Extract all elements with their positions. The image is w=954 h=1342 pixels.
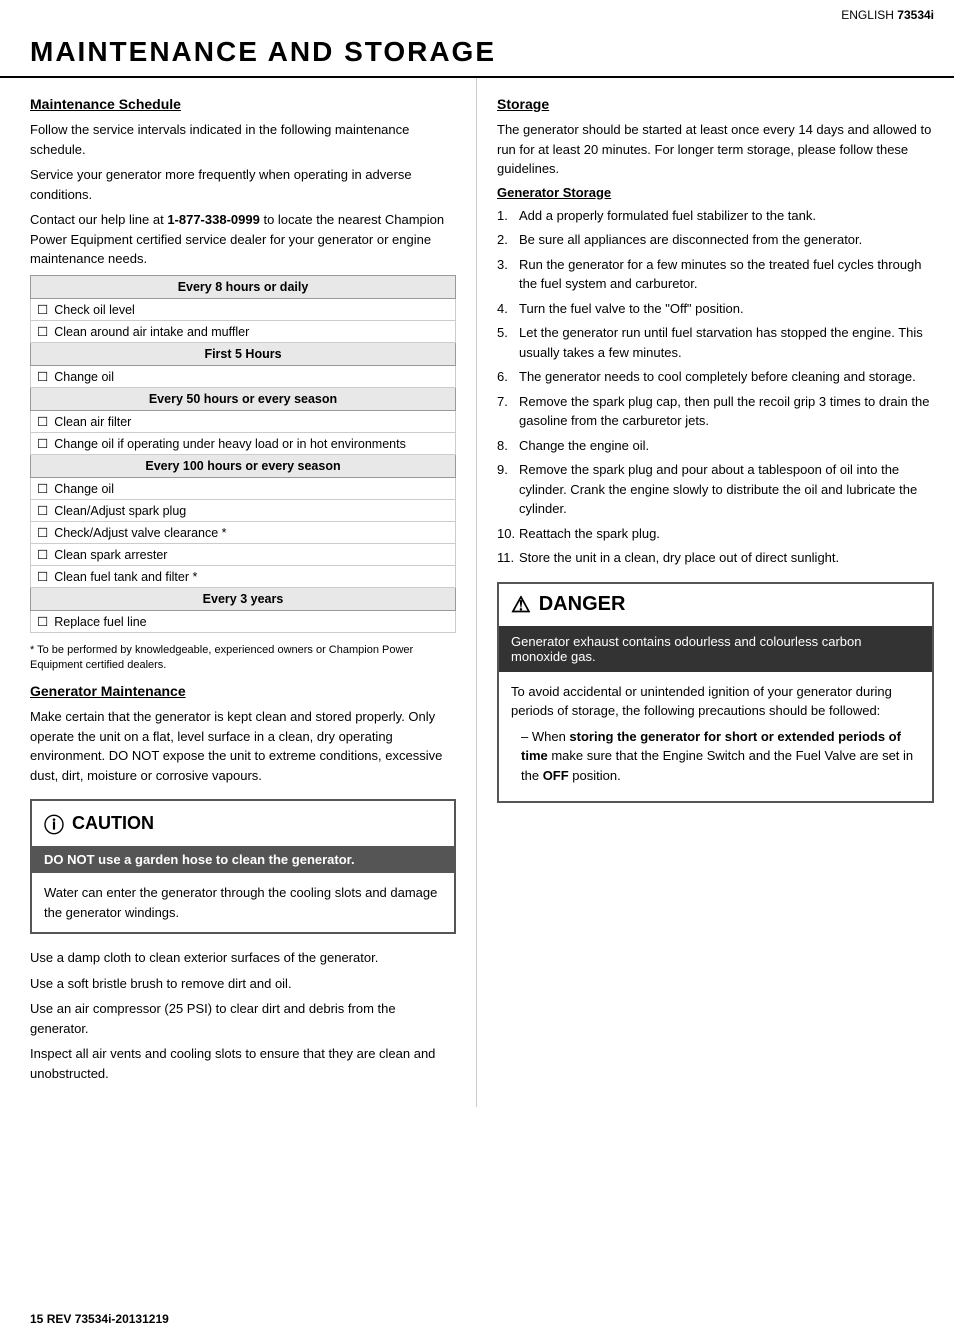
- danger-highlight: Generator exhaust contains odourless and…: [499, 626, 932, 672]
- table-section-header-1: Every 8 hours or daily: [31, 275, 456, 298]
- table-cell: Change oil: [31, 365, 456, 387]
- page-title-section: MAINTENANCE AND STORAGE: [0, 26, 954, 78]
- section-3-header: Every 50 hours or every season: [31, 387, 456, 410]
- table-cell: Clean spark arrester: [31, 543, 456, 565]
- storage-step-3: 3.Run the generator for a few minutes so…: [497, 255, 934, 294]
- gen-maint-extra-4: Inspect all air vents and cooling slots …: [30, 1044, 456, 1083]
- table-section-header-3: Every 50 hours or every season: [31, 387, 456, 410]
- danger-item-1: When storing the generator for short or …: [521, 727, 920, 786]
- table-section-header-5: Every 3 years: [31, 587, 456, 610]
- language-label: ENGLISH: [841, 8, 894, 22]
- page-footer: 15 REV 73534i-20131219: [30, 1312, 169, 1326]
- caution-icon: ⓘ: [44, 809, 64, 838]
- storage-step-11: 11.Store the unit in a clean, dry place …: [497, 548, 934, 568]
- table-cell: Clean around air intake and muffler: [31, 320, 456, 342]
- page-title: MAINTENANCE AND STORAGE: [30, 36, 924, 68]
- section-5-header: Every 3 years: [31, 587, 456, 610]
- revision-text: REV 73534i-20131219: [47, 1312, 169, 1326]
- storage-step-5: 5.Let the generator run until fuel starv…: [497, 323, 934, 362]
- generator-storage-heading: Generator Storage: [497, 185, 934, 200]
- table-row: Change oil: [31, 365, 456, 387]
- table-row: Clean spark arrester: [31, 543, 456, 565]
- table-cell: Check oil level: [31, 298, 456, 320]
- table-row: Check oil level: [31, 298, 456, 320]
- storage-step-4: 4.Turn the fuel valve to the "Off" posit…: [497, 299, 934, 319]
- danger-title: DANGER: [539, 593, 626, 616]
- storage-steps-list: 1.Add a properly formulated fuel stabili…: [497, 206, 934, 568]
- storage-heading: Storage: [497, 96, 934, 112]
- section-1-header: Every 8 hours or daily: [31, 275, 456, 298]
- table-cell: Change oil: [31, 477, 456, 499]
- storage-step-2: 2.Be sure all appliances are disconnecte…: [497, 230, 934, 250]
- storage-step-7: 7.Remove the spark plug cap, then pull t…: [497, 392, 934, 431]
- gen-maint-extra-2: Use a soft bristle brush to remove dirt …: [30, 974, 456, 994]
- right-column: Storage The generator should be started …: [477, 78, 954, 1107]
- storage-step-6: 6.The generator needs to cool completely…: [497, 367, 934, 387]
- table-row: Clean/Adjust spark plug: [31, 499, 456, 521]
- danger-header: ⚠ DANGER: [499, 584, 932, 626]
- table-cell: Check/Adjust valve clearance *: [31, 521, 456, 543]
- section-4-header: Every 100 hours or every season: [31, 454, 456, 477]
- danger-body-text: To avoid accidental or unintended igniti…: [511, 682, 920, 721]
- table-footnote: * To be performed by knowledgeable, expe…: [30, 643, 456, 674]
- table-cell: Change oil if operating under heavy load…: [31, 432, 456, 454]
- table-row: Check/Adjust valve clearance *: [31, 521, 456, 543]
- storage-intro: The generator should be started at least…: [497, 120, 934, 179]
- danger-icon: ⚠: [511, 592, 531, 618]
- table-cell: Replace fuel line: [31, 610, 456, 632]
- top-bar: ENGLISH 73534i: [0, 0, 954, 26]
- maintenance-table: Every 8 hours or daily Check oil level C…: [30, 275, 456, 633]
- table-row: Replace fuel line: [31, 610, 456, 632]
- danger-body: To avoid accidental or unintended igniti…: [499, 672, 932, 802]
- section-2-header: First 5 Hours: [31, 342, 456, 365]
- caution-header: ⓘ CAUTION: [32, 801, 454, 846]
- intro-para-2: Service your generator more frequently w…: [30, 165, 456, 204]
- caution-box: ⓘ CAUTION DO NOT use a garden hose to cl…: [30, 799, 456, 934]
- table-row: Change oil if operating under heavy load…: [31, 432, 456, 454]
- caution-title: CAUTION: [72, 813, 154, 834]
- model-number: 73534i: [897, 8, 934, 22]
- storage-step-8: 8.Change the engine oil.: [497, 436, 934, 456]
- table-row: Clean around air intake and muffler: [31, 320, 456, 342]
- left-column: Maintenance Schedule Follow the service …: [0, 78, 477, 1107]
- gen-maint-body: Make certain that the generator is kept …: [30, 707, 456, 785]
- storage-step-9: 9.Remove the spark plug and pour about a…: [497, 460, 934, 519]
- table-row: Change oil: [31, 477, 456, 499]
- table-section-header-2: First 5 Hours: [31, 342, 456, 365]
- storage-step-10: 10.Reattach the spark plug.: [497, 524, 934, 544]
- caution-body: Water can enter the generator through th…: [32, 873, 454, 932]
- content-area: Maintenance Schedule Follow the service …: [0, 78, 954, 1107]
- page: ENGLISH 73534i MAINTENANCE AND STORAGE M…: [0, 0, 954, 1342]
- caution-highlight: DO NOT use a garden hose to clean the ge…: [32, 846, 454, 873]
- table-row: Clean air filter: [31, 410, 456, 432]
- table-cell: Clean fuel tank and filter *: [31, 565, 456, 587]
- table-cell: Clean/Adjust spark plug: [31, 499, 456, 521]
- generator-maintenance-heading: Generator Maintenance: [30, 683, 456, 699]
- gen-maint-extra-3: Use an air compressor (25 PSI) to clear …: [30, 999, 456, 1038]
- page-number: 15: [30, 1312, 43, 1326]
- danger-box: ⚠ DANGER Generator exhaust contains odou…: [497, 582, 934, 804]
- intro-para-1: Follow the service intervals indicated i…: [30, 120, 456, 159]
- table-section-header-4: Every 100 hours or every season: [31, 454, 456, 477]
- storage-step-1: 1.Add a properly formulated fuel stabili…: [497, 206, 934, 226]
- intro-para-3: Contact our help line at 1-877-338-0999 …: [30, 210, 456, 269]
- danger-items-list: When storing the generator for short or …: [511, 727, 920, 786]
- maintenance-schedule-heading: Maintenance Schedule: [30, 96, 456, 112]
- gen-maint-extra-1: Use a damp cloth to clean exterior surfa…: [30, 948, 456, 968]
- table-row: Clean fuel tank and filter *: [31, 565, 456, 587]
- table-cell: Clean air filter: [31, 410, 456, 432]
